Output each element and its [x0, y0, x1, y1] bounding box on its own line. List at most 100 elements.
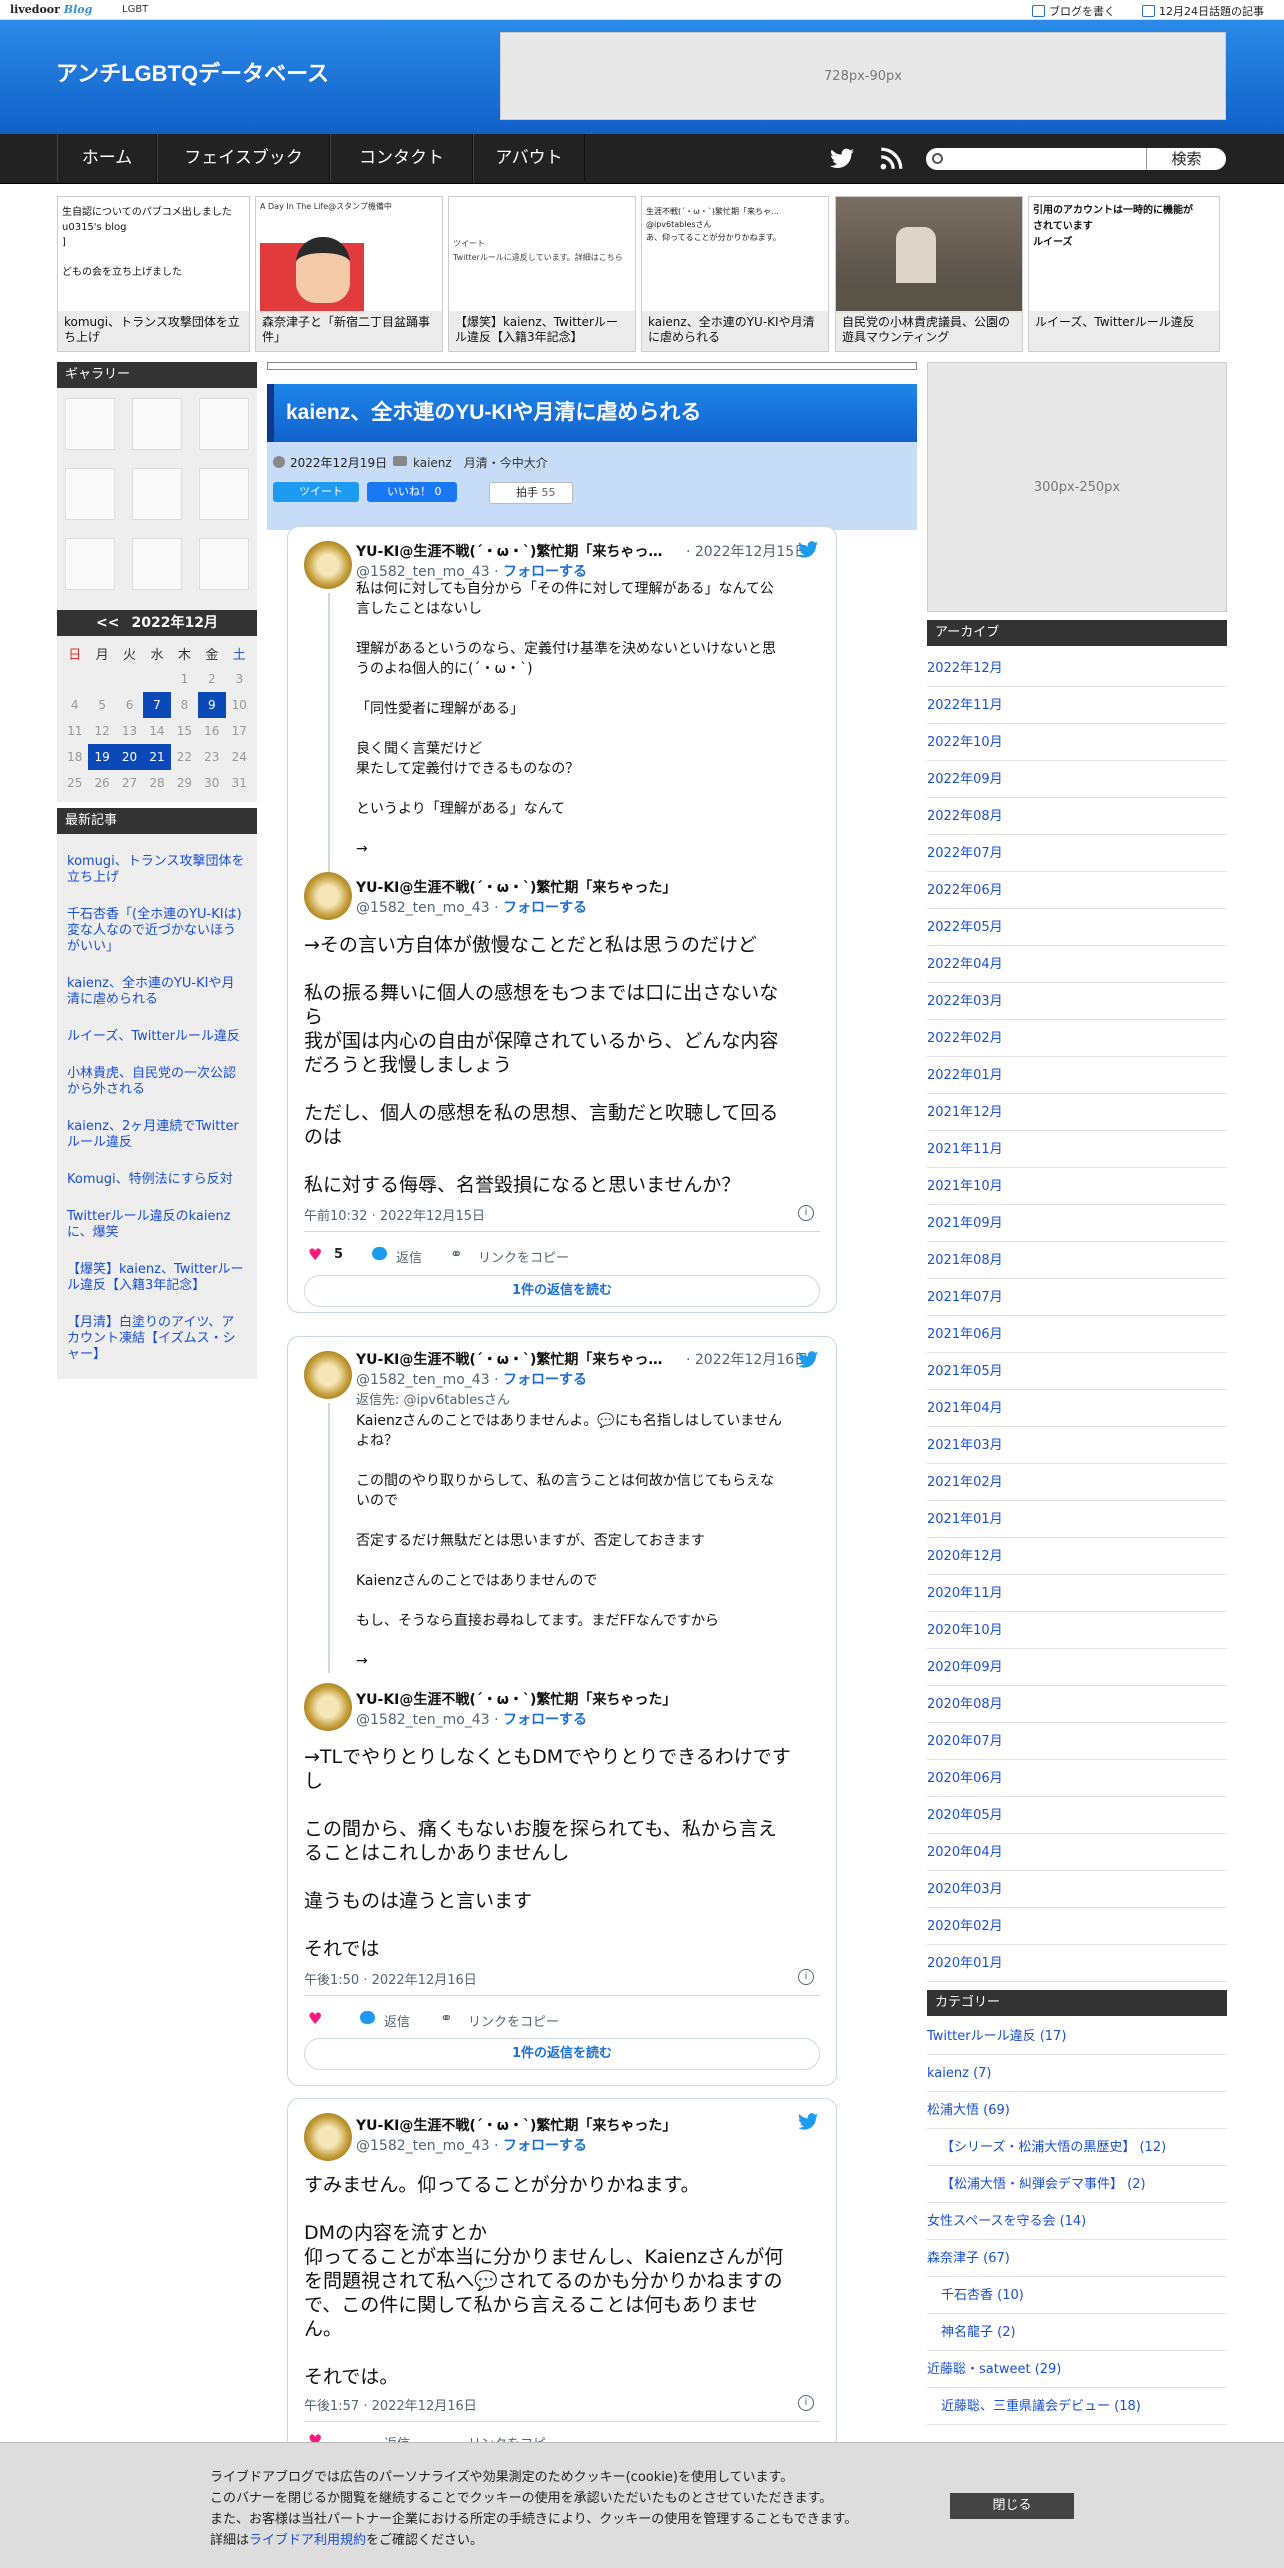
category-link[interactable]: 千石杏香 (10)	[927, 2277, 1227, 2314]
gallery-thumb[interactable]	[199, 538, 249, 590]
category-link[interactable]: 神名龍子 (2)	[927, 2314, 1227, 2351]
tweet-button[interactable]: ツイート	[273, 482, 359, 502]
archive-link[interactable]: 2021年11月	[927, 1131, 1227, 1168]
category-link[interactable]: 松浦大悟 (69)	[927, 2092, 1227, 2129]
tweet-author-name[interactable]: YU-KI@生涯不戦(´・ω・`)繁忙期「来ちゃっ…	[356, 1349, 662, 1369]
tweet-timestamp[interactable]: 午後1:57 · 2022年12月16日	[304, 2395, 477, 2414]
recent-post-link[interactable]: 千石杏香「(全ホ連のYU-KIは)変な人なので近づかないほうがいい」	[67, 907, 247, 955]
calendar-day[interactable]: 20	[115, 744, 144, 770]
recent-post-link[interactable]: kaienz、全ホ連のYU-KIや月清に虐められる	[67, 976, 247, 1008]
archive-link[interactable]: 2022年03月	[927, 983, 1227, 1020]
calendar-day[interactable]: 19	[88, 744, 116, 770]
archive-link[interactable]: 2020年09月	[927, 1649, 1227, 1686]
carousel-card[interactable]: 引用のアカウントは一時的に機能が されています ルイーズ ルイーズ、Twitte…	[1028, 196, 1220, 352]
carousel-card[interactable]: 生涯不戦(´・ω・`)繁忙期「来ちゃ… @ipv6tablesさん あ、仰ってる…	[641, 196, 829, 352]
link-icon[interactable]: ⚭	[450, 1245, 463, 1263]
follow-link[interactable]: フォローする	[503, 2138, 587, 2154]
archive-link[interactable]: 2022年08月	[927, 798, 1227, 835]
terms-link[interactable]: ライブドア利用規約	[249, 2533, 366, 2548]
category-link[interactable]: 【松浦大悟・糾弾会デマ事件】 (2)	[927, 2166, 1227, 2203]
nav-contact[interactable]: コンタクト	[330, 134, 473, 182]
follow-link[interactable]: フォローする	[503, 564, 587, 580]
category-link[interactable]: 女性スペースを守る会 (14)	[927, 2203, 1227, 2240]
heart-icon[interactable]: ♥	[308, 1245, 322, 1264]
archive-link[interactable]: 2021年09月	[927, 1205, 1227, 1242]
info-icon[interactable]: i	[798, 1205, 814, 1221]
archive-link[interactable]: 2021年08月	[927, 1242, 1227, 1279]
write-blog-link[interactable]: ブログを書く	[1032, 3, 1115, 19]
twitter-bird-icon[interactable]	[796, 539, 820, 561]
archive-link[interactable]: 2022年06月	[927, 872, 1227, 909]
carousel-card[interactable]: A Day In The Life@スタンプ機備中 森奈津子と「新宿二丁目盆踊事…	[255, 196, 443, 352]
livedoor-blog-logo[interactable]: livedoor Blog	[10, 3, 92, 16]
tweet-date[interactable]: · 2022年12月16日	[686, 1349, 808, 1369]
nav-about[interactable]: アバウト	[473, 134, 585, 182]
info-icon[interactable]: i	[798, 1969, 814, 1985]
twitter-bird-icon[interactable]	[796, 2111, 820, 2133]
tweet-author-name[interactable]: YU-KI@生涯不戦(´・ω・`)繁忙期「来ちゃった」	[356, 1689, 676, 1709]
archive-link[interactable]: 2020年12月	[927, 1538, 1227, 1575]
carousel-card[interactable]: ツイート Twitterルールに違反しています。詳細はこちら 【爆笑】kaien…	[448, 196, 636, 352]
archive-link[interactable]: 2020年02月	[927, 1908, 1227, 1945]
archive-link[interactable]: 2022年02月	[927, 1020, 1227, 1057]
archive-link[interactable]: 2020年01月	[927, 1945, 1227, 1982]
gallery-thumb[interactable]	[199, 398, 249, 450]
archive-link[interactable]: 2021年06月	[927, 1316, 1227, 1353]
gallery-thumb[interactable]	[65, 538, 115, 590]
post-categories[interactable]: kaienz 月清・今中大介	[413, 454, 548, 471]
clap-button[interactable]: 拍手 55	[489, 482, 573, 504]
follow-link[interactable]: フォローする	[503, 900, 587, 916]
copy-link-button[interactable]: リンクをコピー	[468, 2011, 559, 2030]
archive-link[interactable]: 2020年05月	[927, 1797, 1227, 1834]
category-link[interactable]: Twitterルール違反 (17)	[927, 2018, 1227, 2055]
archive-link[interactable]: 2022年07月	[927, 835, 1227, 872]
facebook-like-button[interactable]: いいね！ 0	[367, 482, 457, 502]
read-replies-button[interactable]: 1件の返信を読む	[304, 1275, 820, 1307]
archive-link[interactable]: 2022年10月	[927, 724, 1227, 761]
gallery-thumb[interactable]	[132, 468, 182, 520]
category-link[interactable]: 森奈津子 (67)	[927, 2240, 1227, 2277]
archive-link[interactable]: 2021年02月	[927, 1464, 1227, 1501]
calendar-day[interactable]: 7	[143, 692, 171, 718]
recent-post-link[interactable]: ルイーズ、Twitterルール違反	[67, 1029, 247, 1045]
recent-post-link[interactable]: komugi、トランス攻撃団体を立ち上げ	[67, 854, 247, 886]
calendar-day[interactable]: 9	[198, 692, 226, 718]
recent-post-link[interactable]: 小林貴虎、自民党の一次公認から外される	[67, 1066, 247, 1098]
tweet-author-name[interactable]: YU-KI@生涯不戦(´・ω・`)繁忙期「来ちゃっ…	[356, 541, 662, 561]
calendar-day[interactable]: 21	[143, 744, 171, 770]
nav-facebook[interactable]: フェイスブック	[157, 134, 330, 182]
link-icon[interactable]: ⚭	[440, 2009, 453, 2027]
category-link[interactable]: kaienz (7)	[927, 2055, 1227, 2092]
archive-link[interactable]: 2020年06月	[927, 1760, 1227, 1797]
archive-link[interactable]: 2021年12月	[927, 1094, 1227, 1131]
post-title[interactable]: kaienz、全ホ連のYU-KIや月清に虐められる	[267, 384, 917, 442]
cookie-close-button[interactable]: 閉じる	[950, 2493, 1074, 2519]
archive-link[interactable]: 2021年10月	[927, 1168, 1227, 1205]
archive-link[interactable]: 2022年11月	[927, 687, 1227, 724]
category-link[interactable]: 【シリーズ・松浦大悟の黒歴史】 (12)	[927, 2129, 1227, 2166]
archive-link[interactable]: 2020年08月	[927, 1686, 1227, 1723]
embedded-tweet[interactable]: YU-KI@生涯不戦(´・ω・`)繁忙期「来ちゃった」 @1582_ten_mo…	[287, 2098, 837, 2458]
reply-button[interactable]: 返信	[396, 1247, 422, 1266]
tweet-date[interactable]: · 2022年12月15日	[686, 541, 808, 561]
reply-icon[interactable]	[372, 1247, 387, 1260]
archive-link[interactable]: 2020年11月	[927, 1575, 1227, 1612]
recent-post-link[interactable]: 【爆笑】kaienz、Twitterルール違反【入籍3年記念】	[67, 1262, 247, 1294]
embedded-tweet[interactable]: YU-KI@生涯不戦(´・ω・`)繁忙期「来ちゃっ… · 2022年12月16日…	[287, 1336, 837, 2086]
recent-post-link[interactable]: Twitterルール違反のkaienzに、爆笑	[67, 1209, 247, 1241]
tweet-author-name[interactable]: YU-KI@生涯不戦(´・ω・`)繁忙期「来ちゃった」	[356, 877, 676, 897]
follow-link[interactable]: フォローする	[503, 1712, 587, 1728]
archive-link[interactable]: 2021年01月	[927, 1501, 1227, 1538]
archive-link[interactable]: 2022年09月	[927, 761, 1227, 798]
gallery-thumb[interactable]	[65, 398, 115, 450]
site-title[interactable]: アンチLGBTQデータベース	[56, 56, 329, 88]
gallery-thumb[interactable]	[132, 398, 182, 450]
search-input[interactable]	[948, 150, 1138, 168]
archive-link[interactable]: 2021年07月	[927, 1279, 1227, 1316]
tweet-timestamp[interactable]: 午後1:50 · 2022年12月16日	[304, 1969, 477, 1988]
category-link[interactable]: 近藤聡、三重県議会デビュー (18)	[927, 2388, 1227, 2425]
archive-link[interactable]: 2021年03月	[927, 1427, 1227, 1464]
category-link[interactable]: 近藤聡・satweet (29)	[927, 2351, 1227, 2388]
archive-link[interactable]: 2020年04月	[927, 1834, 1227, 1871]
gallery-thumb[interactable]	[65, 468, 115, 520]
